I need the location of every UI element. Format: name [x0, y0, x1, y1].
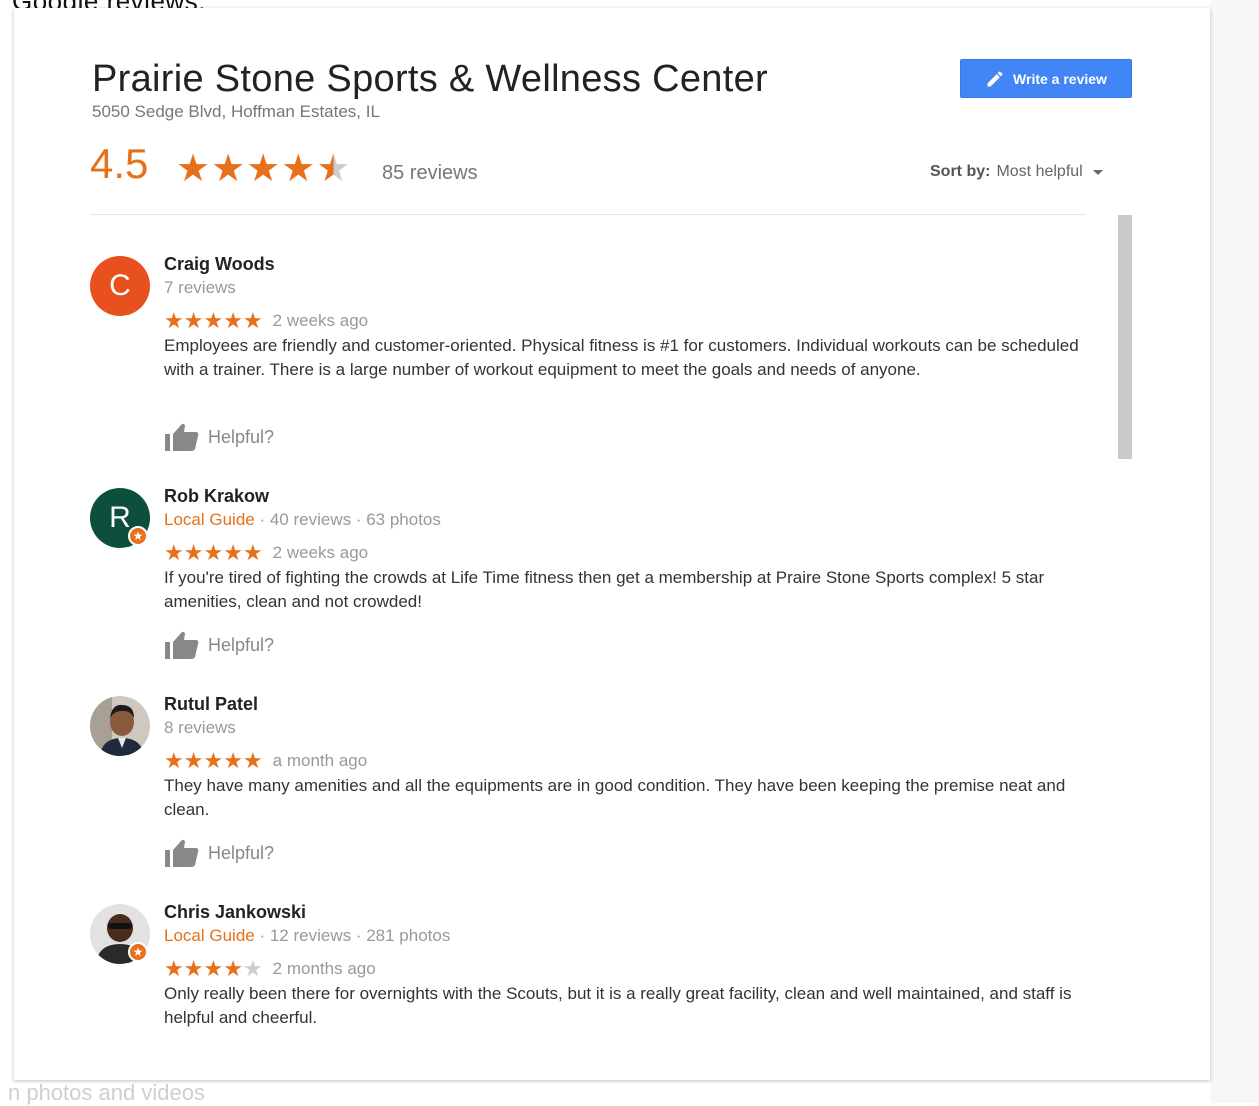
helpful-button[interactable]: Helpful? [164, 422, 274, 452]
star-filled-icon: ★ [183, 308, 204, 333]
reviews-count: 85 reviews [382, 162, 478, 184]
local-guide-label[interactable]: Local Guide [164, 510, 255, 529]
reviewer-name[interactable]: Chris Jankowski [164, 902, 306, 923]
local-guide-label[interactable]: Local Guide [164, 926, 255, 945]
reviewer-name[interactable]: Rob Krakow [164, 486, 269, 507]
star-filled-icon: ★ [242, 540, 263, 565]
star-filled-icon: ★ [246, 148, 282, 190]
star-filled-icon: ★ [164, 540, 184, 565]
star-filled-icon: ★ [223, 308, 243, 333]
star-filled-icon: ★ [164, 956, 184, 981]
review-date: 2 weeks ago [272, 311, 369, 330]
star-filled-icon: ★ [176, 148, 212, 190]
avatar[interactable] [90, 696, 150, 756]
star-filled-icon: ★ [183, 956, 204, 981]
star-empty-icon: ★ [242, 956, 263, 981]
star-filled-icon: ★ [242, 308, 263, 333]
chevron-down-icon [1092, 169, 1103, 175]
review-text: They have many amenities and all the equ… [164, 776, 1066, 819]
star-filled-icon: ★ [223, 956, 243, 981]
thumbs-up-icon [165, 839, 199, 867]
review-text: Employees are friendly and customer-orie… [164, 336, 1079, 379]
reviews-dialog: Prairie Stone Sports & Wellness Center 5… [14, 8, 1210, 1080]
review-text: If you're tired of fighting the crowds a… [164, 568, 1045, 611]
review-rating: ★★★★★ 2 weeks ago [164, 540, 368, 566]
scrollbar-thumb[interactable] [1118, 215, 1132, 459]
avatar[interactable]: R ★ [90, 488, 150, 548]
review-stars: ★★★★★ [164, 308, 263, 334]
write-review-button[interactable]: Write a review [960, 59, 1132, 98]
reviewer-meta-text: · 12 reviews · 281 photos [254, 926, 451, 945]
review-rating: ★★★★★ 2 months ago [164, 956, 376, 982]
local-guide-badge-icon: ★ [128, 526, 148, 546]
star-filled-icon: ★ [211, 148, 247, 190]
reviewer-meta: Local Guide · 40 reviews · 63 photos [164, 510, 441, 530]
place-address: 5050 Sedge Blvd, Hoffman Estates, IL [92, 102, 380, 121]
star-filled-icon: ★ [203, 308, 224, 333]
thumbs-up-icon [165, 631, 199, 659]
star-filled-icon: ★ [223, 748, 243, 773]
review-date: 2 weeks ago [272, 543, 369, 562]
reviewer-meta: 7 reviews [164, 278, 236, 298]
star-filled-icon: ★ [242, 748, 263, 773]
reviewer-meta-text: · 40 reviews · 63 photos [254, 510, 441, 529]
place-title: Prairie Stone Sports & Wellness Center [92, 58, 768, 100]
star-filled-icon: ★ [203, 956, 224, 981]
star-filled-icon: ★ [183, 540, 204, 565]
average-stars: ★★★★★ [176, 146, 351, 191]
sort-label: Sort by: [930, 163, 991, 180]
review-text: Only really been there for overnights wi… [164, 984, 1072, 1027]
star-half-icon: ★ [316, 148, 352, 190]
review-stars: ★★★★★ [164, 956, 263, 982]
sort-value: Most helpful [996, 163, 1083, 180]
star-filled-icon: ★ [203, 540, 224, 565]
divider [90, 214, 1086, 215]
reviewer-meta-text: 7 reviews [164, 278, 236, 297]
avatar[interactable]: ★ [90, 904, 150, 964]
reviewer-name[interactable]: Rutul Patel [164, 694, 258, 715]
reviewer-meta: 8 reviews [164, 718, 236, 738]
pencil-icon [987, 70, 1003, 86]
star-filled-icon: ★ [223, 540, 243, 565]
review-date: 2 months ago [272, 959, 376, 978]
write-review-label: Write a review [1013, 70, 1107, 87]
star-filled-icon: ★ [183, 748, 204, 773]
user-photo-icon [90, 696, 150, 756]
review-date: a month ago [272, 751, 368, 770]
star-filled-icon: ★ [281, 148, 317, 190]
sort-dropdown[interactable]: Sort by: Most helpful [930, 163, 1103, 181]
helpful-label: Helpful? [208, 426, 275, 447]
reviewer-meta-text: 8 reviews [164, 718, 236, 737]
helpful-label: Helpful? [208, 842, 275, 863]
star-filled-icon: ★ [164, 748, 184, 773]
reviewer-meta: Local Guide · 12 reviews · 281 photos [164, 926, 450, 946]
helpful-button[interactable]: Helpful? [164, 630, 274, 660]
helpful-label: Helpful? [208, 634, 275, 655]
review-stars: ★★★★★ [164, 748, 263, 774]
average-rating: 4.5 [90, 140, 149, 187]
review-stars: ★★★★★ [164, 540, 263, 566]
reviewer-name[interactable]: Craig Woods [164, 254, 275, 275]
thumbs-up-icon [165, 423, 199, 451]
background-strip [1210, 0, 1259, 1103]
review-rating: ★★★★★ 2 weeks ago [164, 308, 368, 334]
star-filled-icon: ★ [203, 748, 224, 773]
background-caption: n photos and videos [8, 1080, 205, 1105]
avatar-letter: R [109, 501, 131, 534]
local-guide-badge-icon: ★ [128, 942, 148, 962]
helpful-button[interactable]: Helpful? [164, 838, 274, 868]
review-rating: ★★★★★ a month ago [164, 748, 367, 774]
star-filled-icon: ★ [164, 308, 184, 333]
avatar-letter: C [109, 269, 131, 302]
avatar[interactable]: C [90, 256, 150, 316]
